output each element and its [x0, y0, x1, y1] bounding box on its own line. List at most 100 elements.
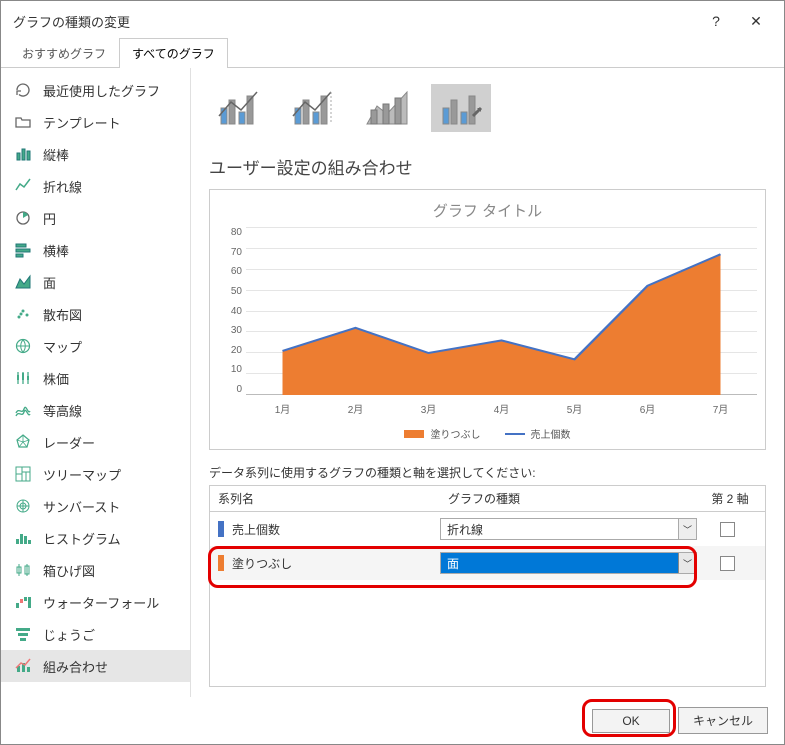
line-chart-icon — [13, 176, 33, 196]
sidebar-item-combo[interactable]: 組み合わせ — [1, 650, 190, 682]
sidebar-item-label: 組み合わせ — [43, 657, 108, 676]
series-row-1: 売上個数 折れ線 ﹀ — [210, 512, 765, 546]
sidebar-item-label: 箱ひげ図 — [43, 561, 95, 580]
sidebar-item-label: レーダー — [43, 433, 95, 452]
sidebar-item-map[interactable]: マップ — [1, 330, 190, 362]
sidebar-item-label: マップ — [43, 337, 82, 356]
chart-category-sidebar: 最近使用したグラフ テンプレート 縦棒 折れ線 円 横棒 — [1, 68, 191, 697]
combo-chart-icon — [13, 656, 33, 676]
ok-button[interactable]: OK — [592, 709, 670, 733]
sidebar-item-column[interactable]: 縦棒 — [1, 138, 190, 170]
chart-title: グラフ タイトル — [218, 200, 757, 221]
sidebar-item-label: 縦棒 — [43, 145, 69, 164]
sidebar-item-area[interactable]: 面 — [1, 266, 190, 298]
stock-chart-icon — [13, 368, 33, 388]
scatter-chart-icon — [13, 304, 33, 324]
chart-preview[interactable]: グラフ タイトル 80 70 60 50 40 30 20 10 0 — [209, 189, 766, 450]
sidebar-item-label: テンプレート — [43, 113, 121, 132]
sidebar-item-label: 面 — [43, 273, 56, 292]
sunburst-icon — [13, 496, 33, 516]
tab-all-charts[interactable]: すべてのグラフ — [119, 38, 228, 68]
sidebar-item-label: ツリーマップ — [43, 465, 121, 484]
legend-swatch-fill — [404, 430, 424, 438]
sidebar-item-surface[interactable]: 等高線 — [1, 394, 190, 426]
sidebar-item-pie[interactable]: 円 — [1, 202, 190, 234]
series-row-2: 塗りつぶし 面 ﹀ — [210, 546, 765, 580]
subtype-clustered-column-line[interactable] — [209, 84, 269, 132]
series-table-header: 系列名 グラフの種類 第 2 軸 — [210, 486, 765, 512]
pie-chart-icon — [13, 208, 33, 228]
close-icon[interactable]: ✕ — [736, 13, 776, 30]
sidebar-item-label: 円 — [43, 209, 56, 228]
subtype-stacked-area-column[interactable] — [357, 84, 417, 132]
treemap-icon — [13, 464, 33, 484]
secondary-axis-checkbox-2[interactable] — [720, 556, 735, 571]
section-heading: ユーザー設定の組み合わせ — [209, 154, 766, 179]
column-chart-icon — [13, 144, 33, 164]
map-icon — [13, 336, 33, 356]
subtype-custom-combination[interactable] — [431, 84, 491, 132]
main-panel: ユーザー設定の組み合わせ グラフ タイトル 80 70 60 50 40 30 … — [191, 68, 784, 697]
sidebar-item-stock[interactable]: 株価 — [1, 362, 190, 394]
sidebar-item-histogram[interactable]: ヒストグラム — [1, 522, 190, 554]
sidebar-item-scatter[interactable]: 散布図 — [1, 298, 190, 330]
dialog-footer: OK キャンセル — [1, 697, 784, 744]
chevron-down-icon: ﹀ — [678, 519, 696, 539]
series-name: 塗りつぶし — [232, 555, 292, 572]
sidebar-item-recent[interactable]: 最近使用したグラフ — [1, 74, 190, 106]
legend-swatch-line — [505, 433, 525, 435]
surface-chart-icon — [13, 400, 33, 420]
sidebar-item-label: 等高線 — [43, 401, 82, 420]
dialog-title: グラフの種類の変更 — [13, 12, 696, 31]
sidebar-item-boxwhisker[interactable]: 箱ひげ図 — [1, 554, 190, 586]
cancel-button[interactable]: キャンセル — [678, 707, 768, 734]
subtype-clustered-column-line-secondary[interactable] — [283, 84, 343, 132]
chevron-down-icon: ﹀ — [678, 553, 696, 573]
bar-chart-icon — [13, 240, 33, 260]
folder-icon — [13, 112, 33, 132]
sidebar-item-label: ウォーターフォール — [43, 593, 159, 612]
x-axis: 1月 2月 3月 4月 5月 6月 7月 — [246, 401, 757, 416]
sidebar-item-bar[interactable]: 横棒 — [1, 234, 190, 266]
change-chart-type-dialog: グラフの種類の変更 ? ✕ おすすめグラフ すべてのグラフ 最近使用したグラフ … — [0, 0, 785, 745]
radar-chart-icon — [13, 432, 33, 452]
series-instruction: データ系列に使用するグラフの種類と軸を選択してください: — [209, 464, 766, 481]
series-name: 売上個数 — [232, 521, 280, 538]
chart-subtype-row — [209, 78, 766, 150]
sidebar-item-label: 最近使用したグラフ — [43, 81, 160, 100]
sidebar-item-line[interactable]: 折れ線 — [1, 170, 190, 202]
sidebar-item-label: 折れ線 — [43, 177, 82, 196]
sidebar-item-templates[interactable]: テンプレート — [1, 106, 190, 138]
series-color-marker — [218, 555, 224, 571]
header-series-name: 系列名 — [210, 486, 440, 511]
plot-area — [246, 227, 757, 395]
titlebar: グラフの種類の変更 ? ✕ — [1, 1, 784, 37]
help-icon[interactable]: ? — [696, 13, 736, 29]
sidebar-item-sunburst[interactable]: サンバースト — [1, 490, 190, 522]
header-secondary-axis: 第 2 軸 — [695, 486, 765, 511]
y-axis: 80 70 60 50 40 30 20 10 0 — [218, 227, 246, 395]
tab-recommended[interactable]: おすすめグラフ — [9, 38, 119, 68]
chart-legend: 塗りつぶし 売上個数 — [218, 426, 757, 441]
sidebar-item-label: サンバースト — [43, 497, 120, 516]
funnel-icon — [13, 624, 33, 644]
sidebar-item-label: 散布図 — [43, 305, 82, 324]
tab-bar: おすすめグラフ すべてのグラフ — [1, 37, 784, 68]
sidebar-item-treemap[interactable]: ツリーマップ — [1, 458, 190, 490]
series-color-marker — [218, 521, 224, 537]
recent-icon — [13, 80, 33, 100]
chart-type-dropdown-1[interactable]: 折れ線 ﹀ — [440, 518, 697, 540]
waterfall-icon — [13, 592, 33, 612]
header-chart-type: グラフの種類 — [440, 486, 695, 511]
sidebar-item-label: 株価 — [43, 369, 69, 388]
secondary-axis-checkbox-1[interactable] — [720, 522, 735, 537]
sidebar-item-funnel[interactable]: じょうご — [1, 618, 190, 650]
series-table: 系列名 グラフの種類 第 2 軸 売上個数 折れ線 ﹀ — [209, 485, 766, 687]
sidebar-item-radar[interactable]: レーダー — [1, 426, 190, 458]
histogram-icon — [13, 528, 33, 548]
sidebar-item-waterfall[interactable]: ウォーターフォール — [1, 586, 190, 618]
chart-type-dropdown-2[interactable]: 面 ﹀ — [440, 552, 697, 574]
area-chart-icon — [13, 272, 33, 292]
sidebar-item-label: ヒストグラム — [43, 529, 121, 548]
sidebar-item-label: じょうご — [43, 625, 95, 644]
